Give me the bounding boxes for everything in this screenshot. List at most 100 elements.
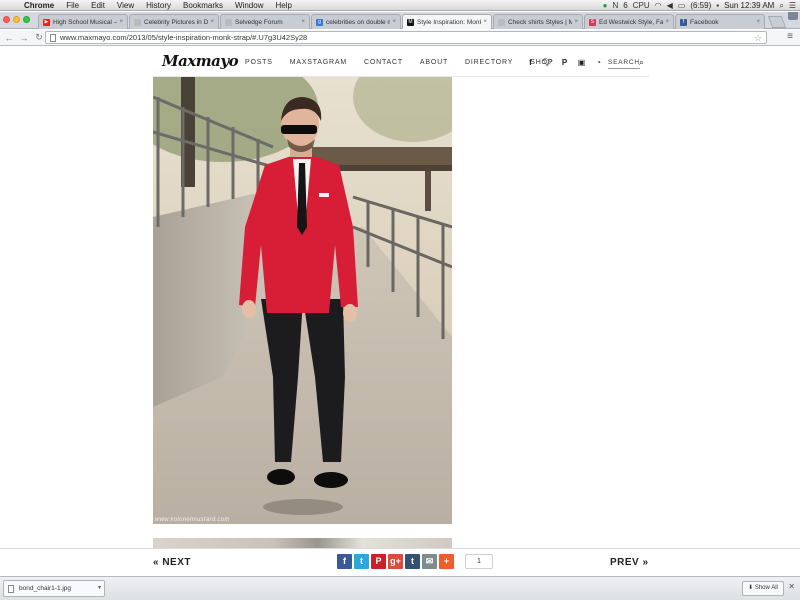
tab[interactable]: Selvedge Forum × [220,14,310,29]
tab[interactable]: Celebrity Pictures in De × [129,14,219,29]
download-arrow-icon: ⬇ [748,585,754,591]
nav-contact[interactable]: CONTACT [364,59,403,66]
twitter-icon[interactable]: 🐦︎ [543,58,553,67]
close-tab-icon[interactable]: × [119,19,123,25]
search-icon[interactable]: ⌕ [639,57,644,68]
pinterest-share-button[interactable]: P [371,554,386,569]
close-tab-icon[interactable]: × [665,19,669,25]
nav-posts[interactable]: POSTS [245,59,273,66]
pinterest-icon[interactable]: P [560,58,569,67]
instagram-icon[interactable]: ▣ [577,58,586,67]
tab[interactable]: S Ed Westwick Style, Fash × [584,14,674,29]
facebook-share-button[interactable]: f [337,554,352,569]
back-arrow-icon[interactable]: ← [3,33,15,43]
download-bar: bond_chair1-1.jpg ▾ ⬇ Show All ✕ [0,576,800,600]
man-in-red-blazer-photo [153,77,452,524]
flag-icon[interactable]: ▪ [716,1,719,10]
menu-file[interactable]: File [60,0,85,11]
tab-active[interactable]: M Style Inspiration: Monk × [402,14,492,29]
tab[interactable]: ▶ High School Musical – C × [38,14,128,29]
close-icon[interactable]: ✕ [788,582,795,591]
show-all-downloads-button[interactable]: ⬇ Show All [742,581,784,596]
battery-icon[interactable]: ▭ [678,1,686,10]
chevron-down-icon[interactable]: ▾ [98,581,101,596]
notification-count: 6 [623,1,628,10]
mac-menubar: Chrome File Edit View History Bookmarks … [0,0,800,11]
more-share-button[interactable]: + [439,554,454,569]
share-bar: « NEXT f t Pg+ t ✉ + 1 PREV » [0,548,800,576]
tab-title: Ed Westwick Style, Fash [599,18,664,26]
tab-title: Style Inspiration: Monk [417,18,482,26]
menu-window[interactable]: Window [229,0,269,11]
notification-icon[interactable]: N [613,1,619,10]
twitter-share-button[interactable]: t [354,554,369,569]
site-nav: POSTS MAXSTAGRAM CONTACT ABOUT DIRECTORY… [245,59,553,66]
menu-bookmarks[interactable]: Bookmarks [177,0,229,11]
menubar-clock[interactable]: Sun 12:39 AM [724,1,774,10]
site-logo[interactable]: Maxmayo [162,52,239,70]
tumblr-share-button[interactable]: t [405,554,420,569]
favicon-icon: S [589,18,596,26]
new-tab-button[interactable] [767,16,787,28]
close-tab-icon[interactable]: × [483,19,487,25]
favicon-icon: g [316,18,323,26]
prev-post-link[interactable]: PREV » [610,557,649,568]
download-file-name: bond_chair1-1.jpg [19,585,72,592]
close-tab-icon[interactable]: × [210,19,214,25]
favicon-icon [225,18,232,26]
menu-history[interactable]: History [140,0,177,11]
notification-center-icon[interactable]: ☰ [789,1,796,10]
googleplus-share-button[interactable]: g+ [388,554,403,569]
bookmark-star-icon[interactable]: ☆ [754,32,762,44]
favicon-icon: M [407,18,414,26]
menu-edit[interactable]: Edit [85,0,111,11]
tab-title: Facebook [690,18,719,26]
tab[interactable]: f Facebook × [675,14,765,29]
zoom-window-button[interactable] [23,16,30,23]
search-field[interactable]: SEARCH [608,59,640,69]
cpu-monitor-icon[interactable]: CPU [633,1,650,10]
tab[interactable]: Check shirts Styles | M × [493,14,583,29]
favicon-icon: f [680,18,687,26]
close-window-button[interactable] [3,16,10,23]
download-item[interactable]: bond_chair1-1.jpg ▾ [3,580,105,597]
tab-title: celebrities on double m [326,18,391,26]
close-tab-icon[interactable]: × [574,19,578,25]
tab-title: Celebrity Pictures in De [144,18,209,26]
spotlight-icon[interactable]: ⌕ [779,1,783,11]
close-tab-icon[interactable]: × [392,19,396,25]
show-all-label: Show All [754,585,778,591]
battery-time: (6:59) [690,1,712,10]
volume-icon[interactable]: ◀ [667,1,673,10]
favicon-icon [134,18,141,26]
address-bar[interactable]: www.maxmayo.com/2013/05/style-inspiratio… [45,31,767,44]
forward-arrow-icon[interactable]: → [18,33,30,43]
facebook-icon[interactable]: f [526,58,535,67]
close-tab-icon[interactable]: × [301,19,305,25]
favicon-icon [498,18,505,26]
site-header: Maxmayo POSTS MAXSTAGRAM CONTACT ABOUT D… [153,49,649,77]
rss-icon[interactable]: ◔ [594,58,603,67]
photo-credit: www.kolonelmustard.com [155,517,230,523]
menu-help[interactable]: Help [269,0,297,11]
tab[interactable]: g celebrities on double m × [311,14,401,29]
tab-list: ▶ High School Musical – C × Celebrity Pictu… [38,14,787,29]
chat-status-icon[interactable]: ● [603,1,608,10]
nav-about[interactable]: ABOUT [420,59,448,66]
nav-directory[interactable]: DIRECTORY [465,59,513,66]
menu-view[interactable]: View [111,0,140,11]
email-share-button[interactable]: ✉ [422,554,437,569]
nav-maxstagram[interactable]: MAXSTAGRAM [290,59,347,66]
minimize-window-button[interactable] [13,16,20,23]
reload-icon[interactable]: ↻ [33,32,45,43]
menu-app-name[interactable]: Chrome [18,0,60,11]
profile-icon[interactable] [788,12,798,20]
file-icon [8,585,14,593]
close-tab-icon[interactable]: × [756,19,760,25]
next-post-link[interactable]: « NEXT [153,557,191,568]
chrome-menu-icon[interactable]: ≡ [787,32,793,42]
browser-tab-strip: ▶ High School Musical – C × Celebrity Pictu… [0,12,800,29]
window-controls [3,16,30,23]
wifi-icon[interactable]: ◠ [655,1,662,10]
tab-title: High School Musical – C [53,18,118,26]
